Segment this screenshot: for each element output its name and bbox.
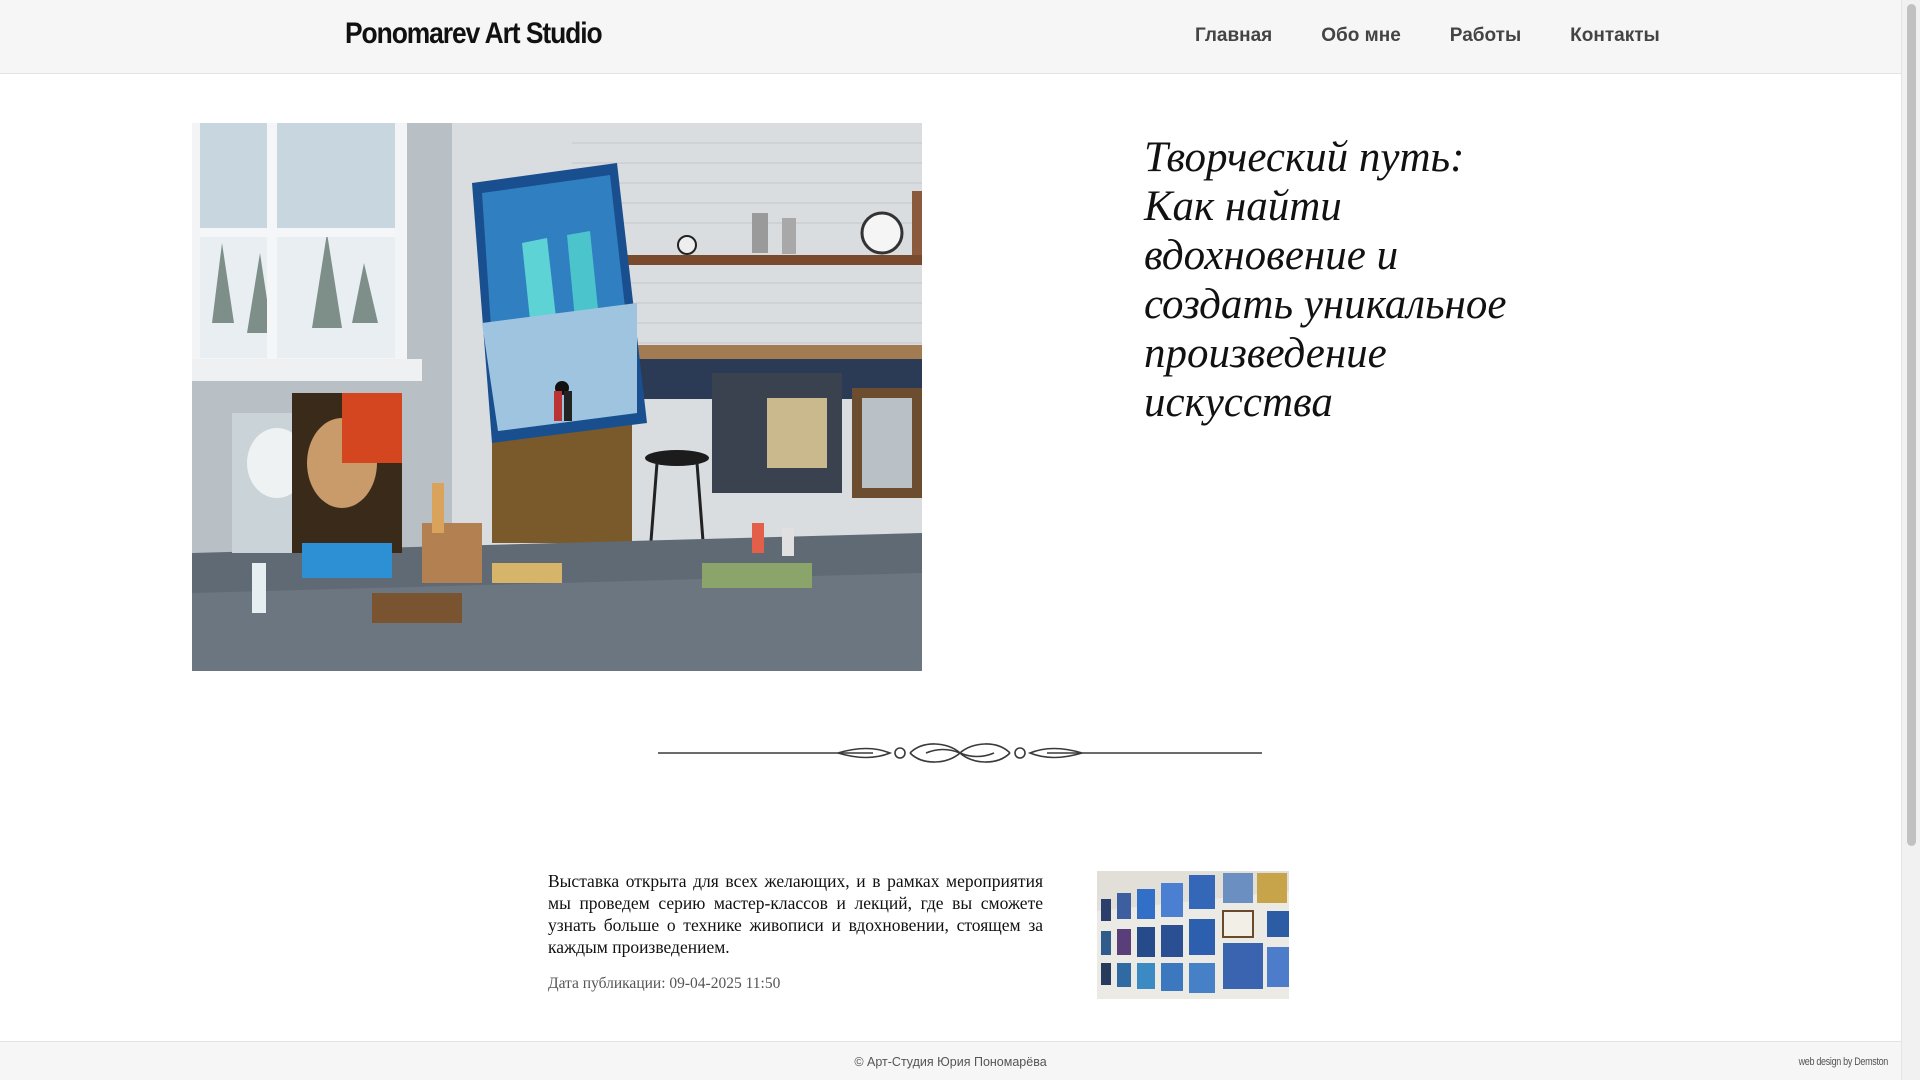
- site-header: Ponomarev Art Studio Главная Обо мне Раб…: [0, 0, 1901, 74]
- scrollbar-thumb[interactable]: [1907, 4, 1916, 846]
- publication-date-value: 09-04-2025 11:50: [669, 975, 781, 992]
- article-hero-image: [192, 123, 922, 671]
- copyright-text: © Арт-Студия Юрия Пономарёва: [854, 1055, 1047, 1069]
- design-credit-link[interactable]: web design by Demston: [1799, 1056, 1889, 1068]
- nav-home[interactable]: Главная: [1195, 25, 1272, 47]
- article-title: Творческий путь: Как найти вдохновение и…: [1144, 134, 1507, 426]
- ornamental-divider-icon: [658, 738, 1262, 768]
- page-scrollbar[interactable]: [1901, 0, 1920, 1080]
- publication-date: Дата публикации: 09-04-2025 11:50: [548, 975, 780, 993]
- exhibition-thumbnail[interactable]: [1097, 871, 1289, 999]
- nav-works[interactable]: Работы: [1450, 25, 1521, 47]
- article-body: Выставка открыта для всех желающих, и в …: [548, 871, 1043, 957]
- main-nav: Главная Обо мне Работы Контакты: [1195, 25, 1709, 47]
- site-logo[interactable]: Ponomarev Art Studio: [345, 17, 603, 51]
- site-footer: © Арт-Студия Юрия Пономарёва web design …: [0, 1041, 1901, 1080]
- publication-date-label: Дата публикации:: [548, 975, 666, 992]
- nav-about[interactable]: Обо мне: [1321, 25, 1401, 47]
- nav-contacts[interactable]: Контакты: [1570, 25, 1660, 47]
